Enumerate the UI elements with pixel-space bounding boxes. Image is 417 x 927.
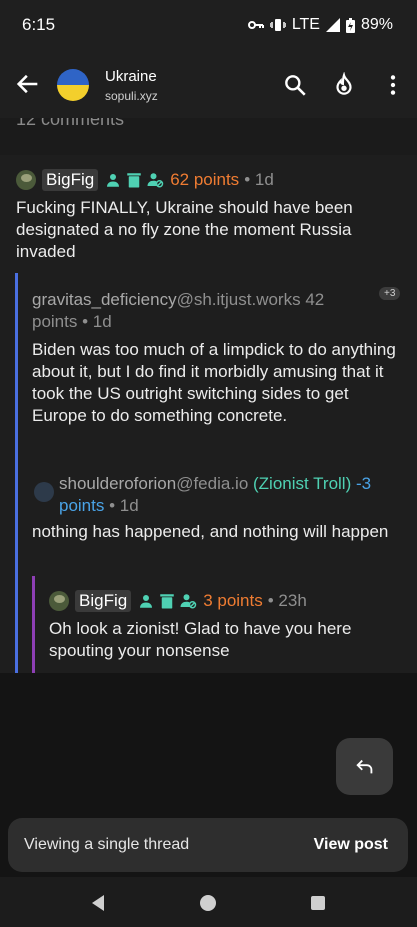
children-count-badge[interactable]: +3 xyxy=(379,287,401,300)
snackbar: Viewing a single thread View post xyxy=(8,818,408,872)
score-label: points xyxy=(59,496,105,515)
comment-header[interactable]: gravitas_deficiency@sh.itjust.works 42 p… xyxy=(32,289,362,333)
comment-body: Oh look a zionist! Glad to have you here… xyxy=(49,619,352,660)
network-type: LTE xyxy=(291,16,320,33)
comment-header[interactable]: BigFig 62 points • 1d xyxy=(16,169,274,191)
username[interactable]: BigFig xyxy=(75,590,132,612)
user-icon xyxy=(140,595,153,608)
app-bar: Ukraine sopuli.xyz xyxy=(0,50,417,118)
trash-icon xyxy=(160,594,174,609)
vibrate-icon xyxy=(269,19,286,31)
clock: 6:15 xyxy=(22,15,56,34)
comment-body: Fucking FINALLY, Ukraine should have bee… xyxy=(16,198,353,261)
status-icons: LTE 89% xyxy=(247,16,393,34)
view-post-button[interactable]: View post xyxy=(314,836,388,854)
score: 3 points xyxy=(203,591,263,610)
system-nav-bar xyxy=(0,877,417,927)
avatar[interactable] xyxy=(16,170,36,190)
username[interactable]: BigFig xyxy=(42,169,99,191)
more-options-icon[interactable] xyxy=(380,72,406,98)
thread-line xyxy=(15,273,18,673)
comment-age: • 1d xyxy=(82,312,112,331)
nav-recents-icon[interactable] xyxy=(310,895,326,911)
status-bar: 6:15 LTE 89% xyxy=(0,0,417,50)
comment-thread: BigFig 62 points • 1d Fucking FINALLY, U… xyxy=(0,155,417,673)
user-icon xyxy=(107,174,120,187)
user-blocked-icon xyxy=(180,594,197,609)
avatar[interactable] xyxy=(34,482,54,502)
user-instance: @sh.itjust.works xyxy=(176,290,301,309)
signal-icon xyxy=(325,18,340,32)
username[interactable]: gravitas_deficiency xyxy=(32,290,177,309)
battery-level: 89% xyxy=(360,16,393,33)
comment-age: • 23h xyxy=(267,591,307,610)
comment-body: Biden was too much of a limpdick to do a… xyxy=(32,340,396,425)
back-arrow-icon[interactable] xyxy=(14,70,42,98)
user-instance: @fedia.io xyxy=(176,474,249,493)
reply-icon xyxy=(355,759,372,773)
snackbar-text: Viewing a single thread xyxy=(24,836,190,853)
avatar[interactable] xyxy=(49,591,69,611)
username[interactable]: shoulderoforion xyxy=(59,474,176,493)
trash-icon xyxy=(127,173,141,188)
nav-back-icon[interactable] xyxy=(90,894,106,912)
sort-hot-icon[interactable] xyxy=(331,72,357,98)
thread-line xyxy=(32,576,35,673)
comments-header: 12 comments xyxy=(0,118,417,155)
score-label: points xyxy=(32,312,78,331)
community-instance: sopuli.xyz xyxy=(105,89,158,103)
search-icon[interactable] xyxy=(282,72,308,98)
comment-header[interactable]: BigFig 3 points • 23h xyxy=(49,590,307,612)
score: 42 xyxy=(305,290,325,309)
user-blocked-icon xyxy=(147,173,164,188)
comment-header[interactable]: shoulderoforion@fedia.io (Zionist Troll)… xyxy=(59,473,404,517)
comment-age: • 1d xyxy=(244,170,274,189)
user-flair: (Zionist Troll) xyxy=(253,474,352,493)
page-title: Ukraine xyxy=(105,68,157,85)
comment-body: nothing has happened, and nothing will h… xyxy=(32,522,389,541)
comments-count: 12 comments xyxy=(16,118,125,129)
battery-icon xyxy=(345,17,355,33)
score: -3 xyxy=(355,474,372,493)
reply-button[interactable] xyxy=(336,738,393,795)
community-avatar[interactable] xyxy=(57,69,89,101)
nav-home-icon[interactable] xyxy=(199,894,217,912)
score: 62 points xyxy=(170,170,240,189)
vpn-key-icon xyxy=(247,21,264,29)
comment-age: • 1d xyxy=(109,496,139,515)
